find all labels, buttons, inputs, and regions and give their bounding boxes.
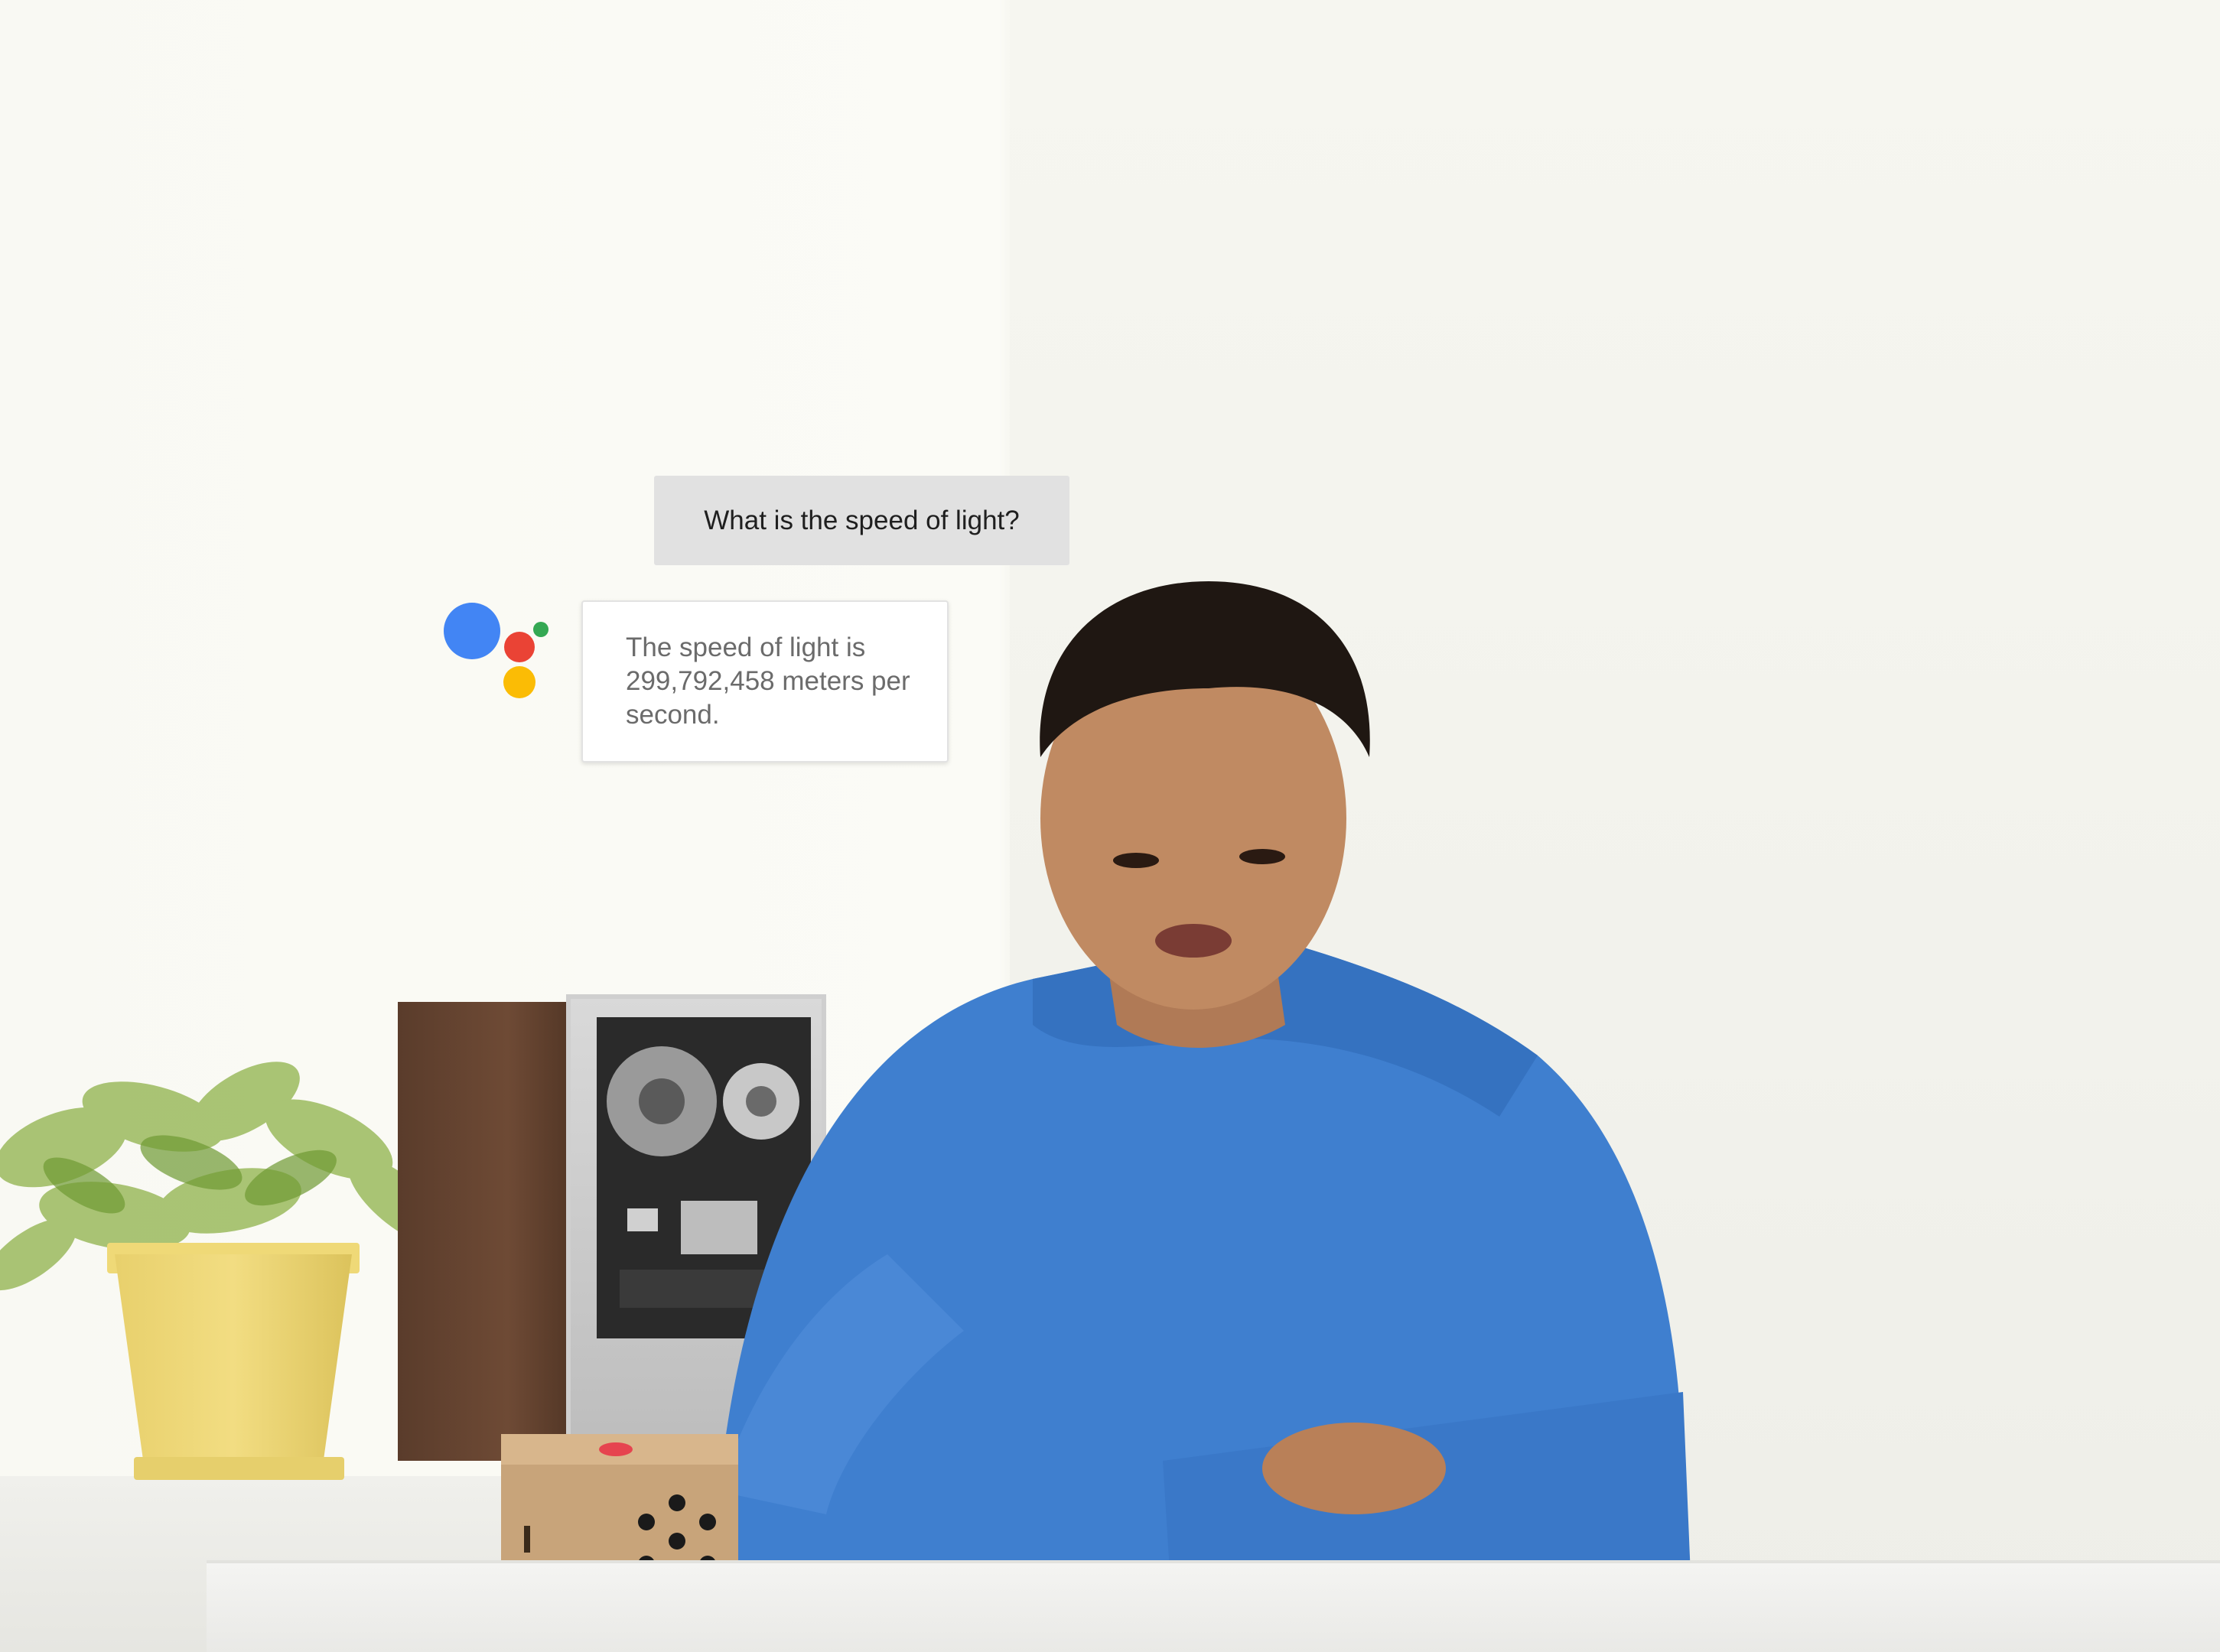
wooden-speaker [398,1002,581,1461]
assistant-dot-red [504,632,535,662]
assistant-dot-green [533,622,548,637]
plant-pot-saucer [134,1457,344,1480]
user-query-bubble: What is the speed of light? [654,476,1069,565]
user-query-text: What is the speed of light? [704,505,1020,535]
photo-scene [0,0,2220,1652]
table [207,1560,2220,1652]
assistant-dot-yellow [503,666,535,698]
assistant-answer-card: The speed of light is 299,792,458 meters… [581,600,949,763]
plant-pot [115,1254,352,1461]
google-assistant-logo-icon [444,603,551,702]
assistant-answer-text: The speed of light is 299,792,458 meters… [626,633,910,730]
assistant-dot-blue [444,603,500,659]
